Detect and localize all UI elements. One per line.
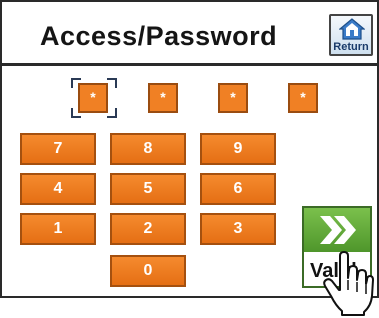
focus-marker [107, 108, 117, 118]
focus-marker [71, 78, 81, 88]
key-4[interactable]: 4 [20, 173, 96, 205]
key-0[interactable]: 0 [110, 255, 186, 287]
valid-icon-panel [304, 208, 370, 252]
focus-marker [107, 78, 117, 88]
password-digit-1[interactable]: * [78, 83, 108, 113]
home-icon [339, 18, 365, 40]
key-7[interactable]: 7 [20, 133, 96, 165]
password-digit-4[interactable]: * [288, 83, 318, 113]
key-2[interactable]: 2 [110, 213, 186, 245]
key-8[interactable]: 8 [110, 133, 186, 165]
key-6[interactable]: 6 [200, 173, 276, 205]
hand-pointer-icon [323, 251, 374, 316]
key-3[interactable]: 3 [200, 213, 276, 245]
key-9[interactable]: 9 [200, 133, 276, 165]
focus-marker [71, 108, 81, 118]
password-digit-3[interactable]: * [218, 83, 248, 113]
return-button[interactable]: Return [329, 14, 373, 56]
header-bar: Access/Password Return [2, 2, 379, 66]
double-chevron-right-icon [320, 216, 356, 244]
page-title: Access/Password [40, 21, 278, 51]
key-1[interactable]: 1 [20, 213, 96, 245]
return-label: Return [333, 41, 369, 53]
key-5[interactable]: 5 [110, 173, 186, 205]
password-digit-2[interactable]: * [148, 83, 178, 113]
